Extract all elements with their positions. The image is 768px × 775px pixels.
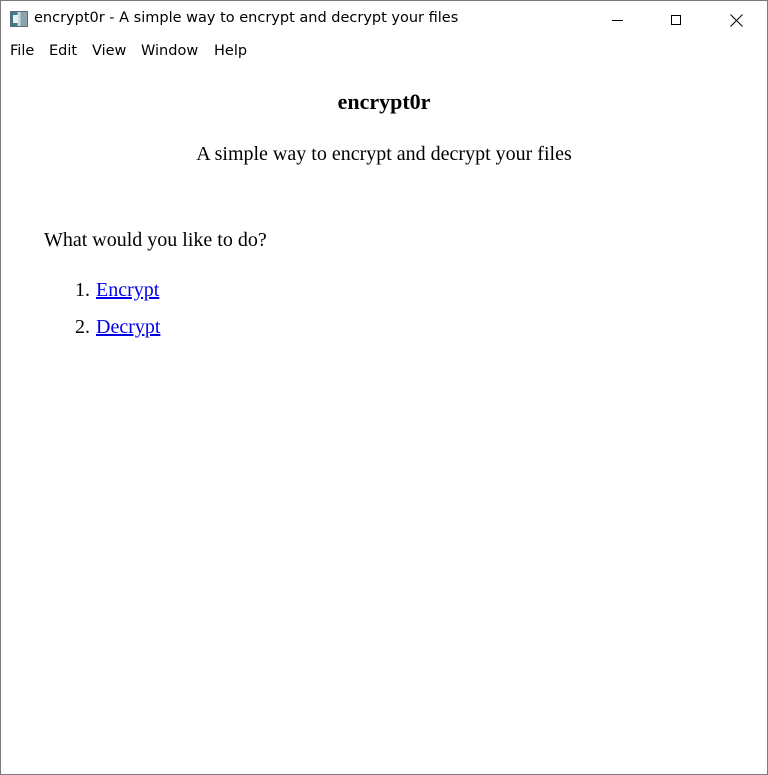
minimize-button[interactable] bbox=[587, 1, 647, 39]
app-icon bbox=[10, 11, 28, 27]
list-item-number: 2. bbox=[75, 316, 90, 338]
maximize-button[interactable] bbox=[646, 1, 706, 39]
decrypt-link[interactable]: Decrypt bbox=[96, 316, 160, 339]
maximize-icon bbox=[671, 15, 681, 25]
menu-window[interactable]: Window bbox=[141, 43, 198, 59]
action-prompt: What would you like to do? bbox=[44, 229, 267, 251]
page-content: encrypt0r A simple way to encrypt and de… bbox=[1, 65, 767, 774]
app-window: encrypt0r - A simple way to encrypt and … bbox=[0, 0, 768, 775]
encrypt-link[interactable]: Encrypt bbox=[96, 279, 159, 302]
minimize-icon bbox=[611, 19, 623, 21]
close-icon bbox=[730, 14, 743, 27]
menu-bar: File Edit View Window Help bbox=[1, 39, 767, 65]
close-button[interactable] bbox=[706, 1, 766, 39]
page-title: encrypt0r bbox=[337, 89, 431, 114]
list-item-number: 1. bbox=[75, 279, 90, 301]
menu-help[interactable]: Help bbox=[214, 43, 247, 59]
menu-view[interactable]: View bbox=[92, 43, 126, 59]
page-subtitle: A simple way to encrypt and decrypt your… bbox=[196, 143, 572, 165]
window-title: encrypt0r - A simple way to encrypt and … bbox=[34, 10, 459, 26]
title-bar[interactable]: encrypt0r - A simple way to encrypt and … bbox=[1, 1, 767, 39]
menu-edit[interactable]: Edit bbox=[49, 43, 77, 59]
menu-file[interactable]: File bbox=[10, 43, 34, 59]
